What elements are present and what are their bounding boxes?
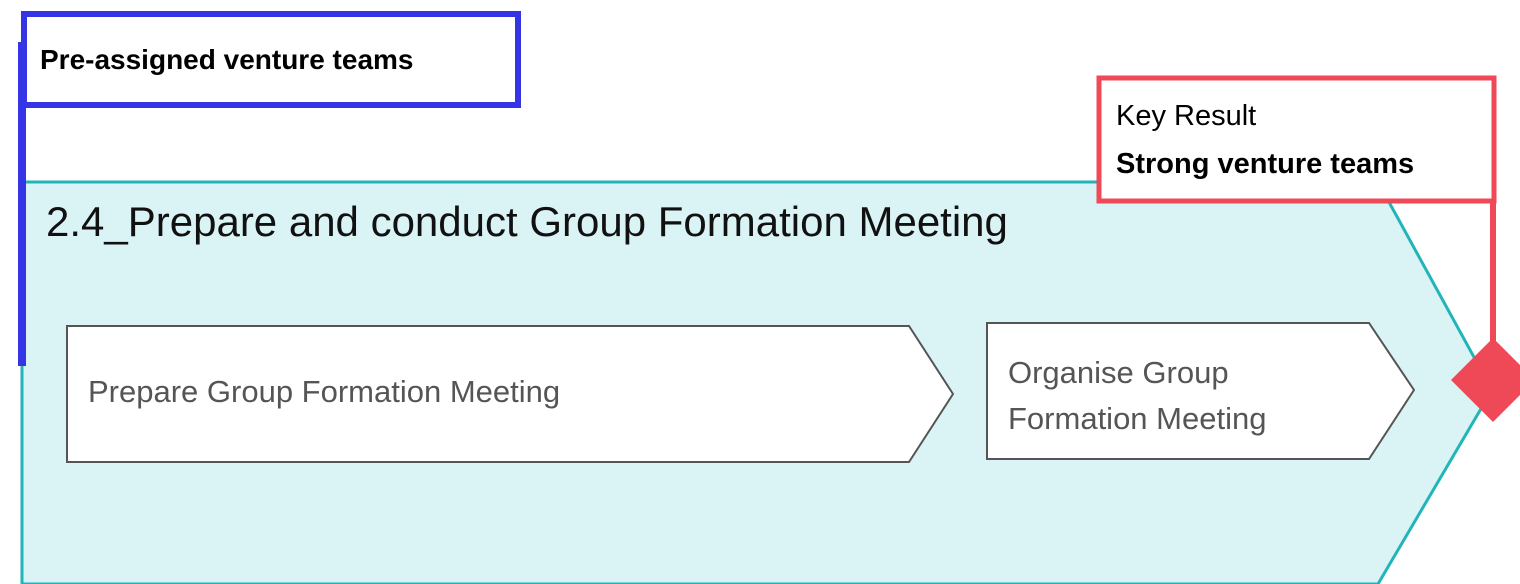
step2-label: Organise Group Formation Meeting (1008, 355, 1267, 436)
input-label: Pre-assigned venture teams (40, 44, 414, 75)
key-result-text: Strong venture teams (1116, 148, 1415, 180)
key-result-heading: Key Result (1116, 100, 1257, 132)
process-diagram (18, 11, 1520, 584)
step1-label: Prepare Group Formation Meeting (88, 374, 561, 409)
key-result-box (1096, 75, 1497, 204)
phase-title: 2.4_Prepare and conduct Group Formation … (46, 198, 1008, 245)
key-result-connector-line (1490, 200, 1496, 348)
